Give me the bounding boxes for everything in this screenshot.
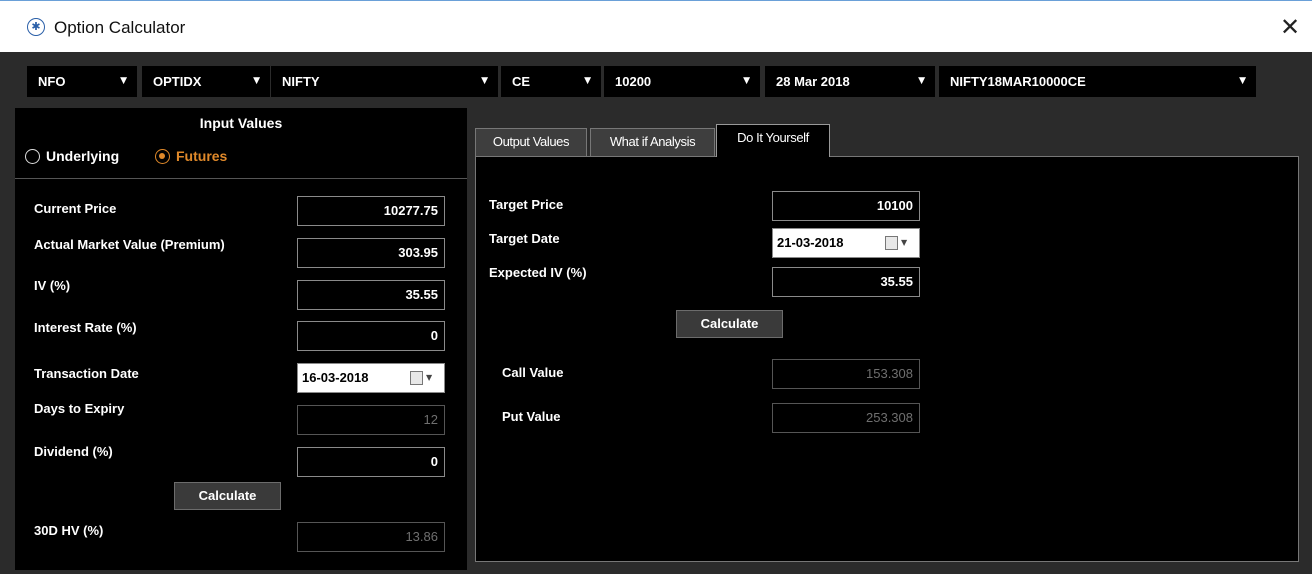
actual-market-value-label: Actual Market Value (Premium) <box>34 237 225 252</box>
transaction-date-label: Transaction Date <box>34 366 139 381</box>
symbol-value: NIFTY <box>282 74 320 89</box>
expiry-dropdown[interactable]: 28 Mar 2018 ▼ <box>765 66 935 97</box>
strike-dropdown[interactable]: 10200 ▼ <box>604 66 760 97</box>
instrument-dropdown[interactable]: OPTIDX ▼ <box>142 66 270 97</box>
call-value-field: 153.308 <box>772 359 920 389</box>
close-icon[interactable]: ✕ <box>1280 13 1300 41</box>
input-values-panel: Input Values Underlying Futures Current … <box>15 108 467 570</box>
tab-what-if-analysis[interactable]: What if Analysis <box>590 128 715 156</box>
app-logo-icon: ✱ <box>27 18 45 36</box>
dropdown-arrow-icon: ▼ <box>253 76 260 86</box>
radio-selected-icon <box>155 149 170 164</box>
symbol-dropdown[interactable]: NIFTY ▼ <box>271 66 498 97</box>
strike-value: 10200 <box>615 74 652 89</box>
calendar-icon[interactable]: ▼ <box>885 235 911 251</box>
interest-rate-field[interactable]: 0 <box>297 321 445 351</box>
do-it-yourself-panel: Target Price 10100 Target Date 21-03-201… <box>475 156 1299 562</box>
dividend-label: Dividend (%) <box>34 444 113 459</box>
option-type-dropdown[interactable]: CE ▼ <box>501 66 601 97</box>
instrument-value: OPTIDX <box>153 74 202 89</box>
radio-futures-label: Futures <box>176 148 228 164</box>
actual-market-value-field[interactable]: 303.95 <box>297 238 445 268</box>
target-date-value: 21-03-2018 <box>777 235 844 250</box>
days-to-expiry-label: Days to Expiry <box>34 401 125 416</box>
put-value-label: Put Value <box>502 409 561 424</box>
divider <box>15 178 467 179</box>
tab-do-it-yourself[interactable]: Do It Yourself <box>716 124 830 157</box>
exchange-dropdown[interactable]: NFO ▼ <box>27 66 137 97</box>
expected-iv-field[interactable]: 35.55 <box>772 267 920 297</box>
input-values-title: Input Values <box>199 115 283 131</box>
option-type-value: CE <box>512 74 531 89</box>
tab-output-values[interactable]: Output Values <box>475 128 587 156</box>
interest-rate-label: Interest Rate (%) <box>34 320 137 335</box>
days-to-expiry-field: 12 <box>297 405 445 435</box>
title-bar: ✱ Option Calculator ✕ <box>0 0 1312 52</box>
current-price-field[interactable]: 10277.75 <box>297 196 445 226</box>
calculate-button[interactable]: Calculate <box>174 482 281 510</box>
dropdown-arrow-icon: ▼ <box>918 76 925 86</box>
iv-field[interactable]: 35.55 <box>297 280 445 310</box>
transaction-date-picker[interactable]: 16-03-2018 ▼ <box>297 363 445 393</box>
window-title: Option Calculator <box>54 18 186 37</box>
diy-calculate-button[interactable]: Calculate <box>676 310 783 338</box>
hv-label: 30D HV (%) <box>34 523 104 538</box>
dropdown-arrow-icon: ▼ <box>1239 76 1246 86</box>
iv-label: IV (%) <box>34 278 71 293</box>
calendar-icon[interactable]: ▼ <box>410 370 436 386</box>
target-date-picker[interactable]: 21-03-2018 ▼ <box>772 228 920 258</box>
target-price-label: Target Price <box>489 197 564 212</box>
dropdown-arrow-icon: ▼ <box>120 76 127 86</box>
put-value-field: 253.308 <box>772 403 920 433</box>
radio-circle-icon <box>25 149 40 164</box>
app-body: NFO ▼ OPTIDX ▼ NIFTY ▼ CE ▼ 10200 ▼ 28 M… <box>0 52 1312 574</box>
exchange-value: NFO <box>38 74 66 89</box>
contract-dropdown[interactable]: NIFTY18MAR10000CE ▼ <box>939 66 1256 97</box>
hv-field: 13.86 <box>297 522 445 552</box>
dropdown-arrow-icon: ▼ <box>743 76 750 86</box>
call-value-label: Call Value <box>502 365 564 380</box>
dropdown-arrow-icon: ▼ <box>584 76 591 86</box>
target-date-label: Target Date <box>489 231 560 246</box>
expiry-value: 28 Mar 2018 <box>776 74 850 89</box>
radio-underlying-label: Underlying <box>46 148 120 164</box>
contract-value: NIFTY18MAR10000CE <box>950 74 1086 89</box>
expected-iv-label: Expected IV (%) <box>489 265 587 280</box>
target-price-field[interactable]: 10100 <box>772 191 920 221</box>
dropdown-arrow-icon: ▼ <box>481 76 488 86</box>
dividend-field[interactable]: 0 <box>297 447 445 477</box>
transaction-date-value: 16-03-2018 <box>302 370 369 385</box>
current-price-label: Current Price <box>34 201 117 216</box>
